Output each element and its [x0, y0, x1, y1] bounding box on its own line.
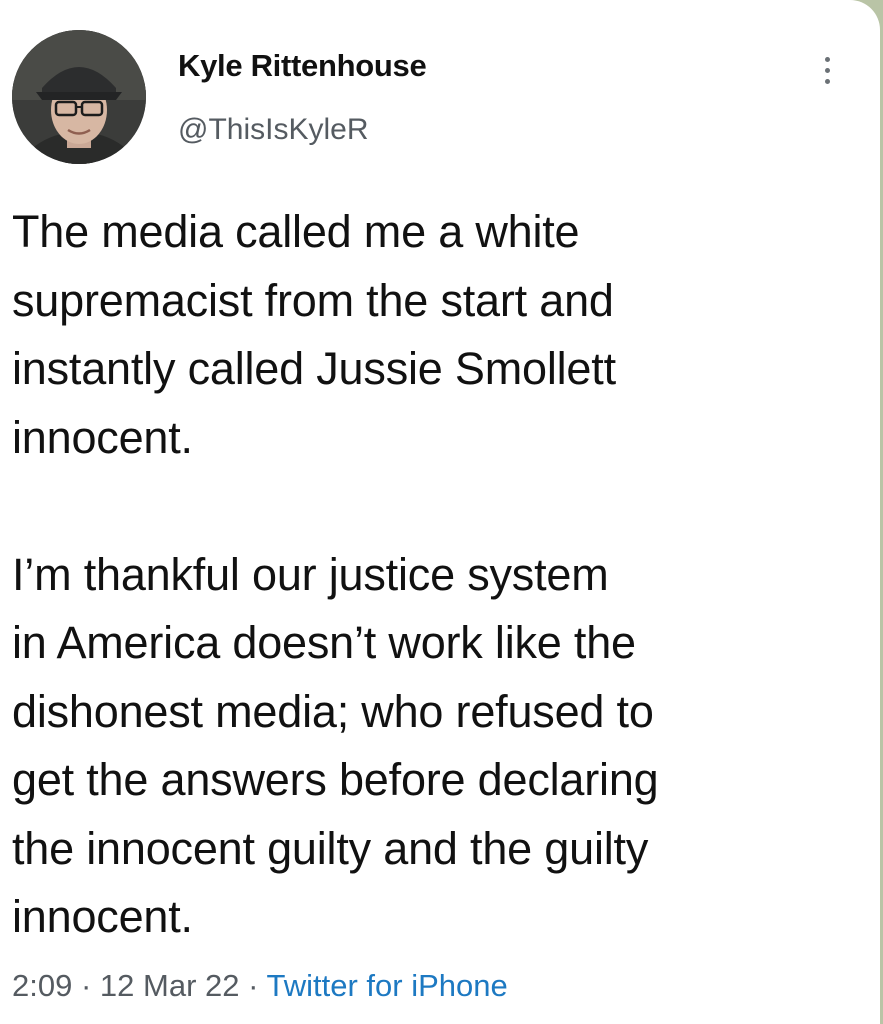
tweet-metadata: 2:09 · 12 Mar 22 · Twitter for iPhone [12, 968, 508, 1004]
tweet-card: Kyle Rittenhouse @ThisIsKyleR The media … [0, 0, 880, 1024]
avatar[interactable] [12, 30, 146, 164]
menu-dot [824, 78, 830, 84]
tweet-time[interactable]: 2:09 [12, 968, 72, 1003]
author-name[interactable]: Kyle Rittenhouse [178, 48, 427, 84]
avatar-image [12, 30, 146, 164]
meta-separator: · [80, 968, 92, 1003]
menu-dot [824, 67, 830, 73]
menu-dot [824, 56, 830, 62]
tweet-date[interactable]: 12 Mar 22 [100, 968, 240, 1003]
tweet-paragraph-2: I’m thankful our justice system in Ameri… [12, 548, 659, 943]
author-handle[interactable]: @ThisIsKyleR [178, 113, 369, 147]
more-vertical-icon[interactable] [812, 48, 842, 92]
meta-separator: · [248, 968, 259, 1003]
tweet-source-link[interactable]: Twitter for iPhone [267, 968, 508, 1003]
tweet-paragraph-1: The media called me a white supremacist … [12, 206, 616, 463]
tweet-text: The media called me a white supremacist … [12, 198, 862, 952]
